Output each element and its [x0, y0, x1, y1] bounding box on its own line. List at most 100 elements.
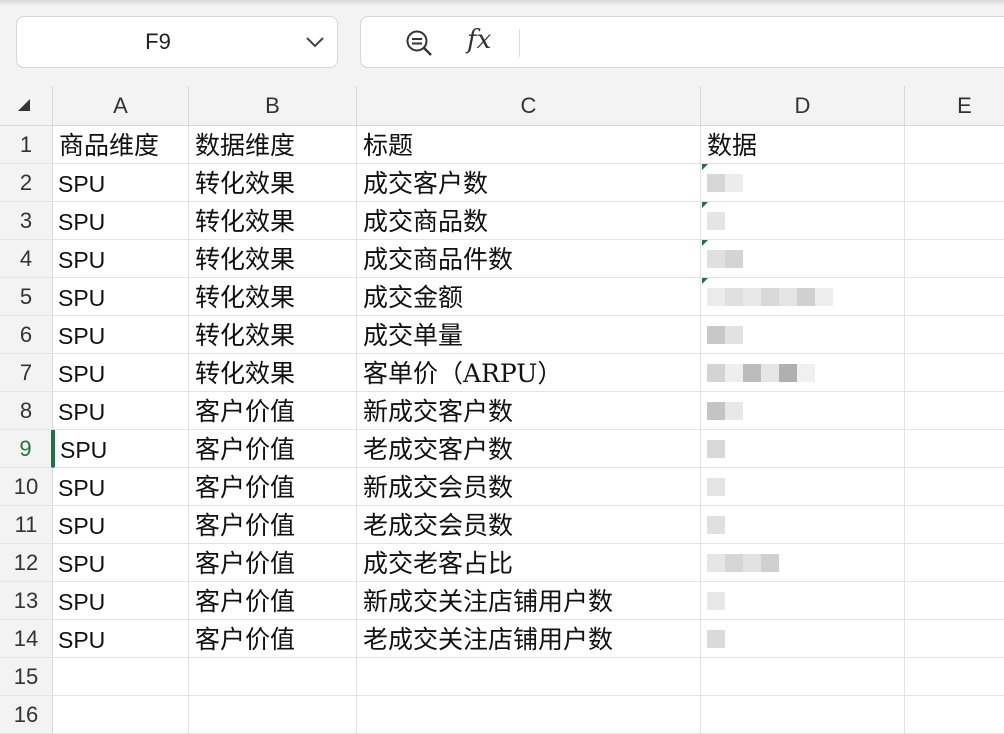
cell-d16[interactable]	[701, 696, 905, 734]
row-header-10[interactable]: 10	[0, 468, 53, 506]
error-indicator-icon[interactable]	[702, 240, 708, 246]
row-header-7[interactable]: 7	[0, 354, 53, 392]
cell-e15[interactable]	[905, 658, 1004, 696]
cell-e5[interactable]	[905, 278, 1004, 316]
cell-d3[interactable]	[701, 202, 905, 240]
cell-d9[interactable]	[701, 430, 905, 468]
cell-c11[interactable]: 老成交会员数	[357, 506, 701, 544]
cell-e3[interactable]	[905, 202, 1004, 240]
row-header-1[interactable]: 1	[0, 126, 53, 164]
cell-c12[interactable]: 成交老客占比	[357, 544, 701, 582]
cell-c16[interactable]	[357, 696, 701, 734]
row-header-5[interactable]: 5	[0, 278, 53, 316]
cell-e1[interactable]	[905, 126, 1004, 164]
row-header-12[interactable]: 12	[0, 544, 53, 582]
cell-c5[interactable]: 成交金额	[357, 278, 701, 316]
cell-b10[interactable]: 客户价值	[189, 468, 357, 506]
row-header-14[interactable]: 14	[0, 620, 53, 658]
cell-a4[interactable]: SPU	[53, 240, 189, 278]
cell-b1[interactable]: 数据维度	[189, 126, 357, 164]
cell-b14[interactable]: 客户价值	[189, 620, 357, 658]
cell-a13[interactable]: SPU	[53, 582, 189, 620]
cell-e4[interactable]	[905, 240, 1004, 278]
row-header-9[interactable]: 9	[0, 430, 53, 468]
cell-b2[interactable]: 转化效果	[189, 164, 357, 202]
cell-d11[interactable]	[701, 506, 905, 544]
row-header-11[interactable]: 11	[0, 506, 53, 544]
cell-a12[interactable]: SPU	[53, 544, 189, 582]
cell-a2[interactable]: SPU	[53, 164, 189, 202]
cell-b6[interactable]: 转化效果	[189, 316, 357, 354]
cell-c8[interactable]: 新成交客户数	[357, 392, 701, 430]
cell-c9[interactable]: 老成交客户数	[357, 430, 701, 468]
cell-b9[interactable]: 客户价值	[189, 430, 357, 468]
cell-c4[interactable]: 成交商品件数	[357, 240, 701, 278]
name-box[interactable]: F9	[16, 16, 338, 68]
cell-a15[interactable]	[53, 658, 189, 696]
cell-a9[interactable]: SPU	[53, 430, 189, 468]
row-header-2[interactable]: 2	[0, 164, 53, 202]
name-box-value[interactable]: F9	[17, 17, 299, 67]
cell-b5[interactable]: 转化效果	[189, 278, 357, 316]
cell-a11[interactable]: SPU	[53, 506, 189, 544]
column-header-c[interactable]: C	[357, 86, 701, 126]
cell-a16[interactable]	[53, 696, 189, 734]
function-icon[interactable]: fx	[467, 25, 491, 55]
cell-a3[interactable]: SPU	[53, 202, 189, 240]
cell-c2[interactable]: 成交客户数	[357, 164, 701, 202]
cell-a6[interactable]: SPU	[53, 316, 189, 354]
cell-a1[interactable]: 商品维度	[53, 126, 189, 164]
error-indicator-icon[interactable]	[702, 164, 708, 170]
cell-c13[interactable]: 新成交关注店铺用户数	[357, 582, 701, 620]
cell-b15[interactable]	[189, 658, 357, 696]
cell-c14[interactable]: 老成交关注店铺用户数	[357, 620, 701, 658]
zoom-out-icon[interactable]	[405, 29, 435, 57]
cell-e13[interactable]	[905, 582, 1004, 620]
cell-e10[interactable]	[905, 468, 1004, 506]
cell-b11[interactable]: 客户价值	[189, 506, 357, 544]
column-header-e[interactable]: E	[905, 86, 1004, 126]
cell-d1[interactable]: 数据	[701, 126, 905, 164]
formula-input[interactable]	[531, 17, 1004, 67]
cell-e14[interactable]	[905, 620, 1004, 658]
cell-c15[interactable]	[357, 658, 701, 696]
cell-e6[interactable]	[905, 316, 1004, 354]
select-all-corner[interactable]	[0, 86, 53, 126]
cell-e8[interactable]	[905, 392, 1004, 430]
cell-c3[interactable]: 成交商品数	[357, 202, 701, 240]
cell-b3[interactable]: 转化效果	[189, 202, 357, 240]
column-header-d[interactable]: D	[701, 86, 905, 126]
row-header-13[interactable]: 13	[0, 582, 53, 620]
cell-e16[interactable]	[905, 696, 1004, 734]
cell-c10[interactable]: 新成交会员数	[357, 468, 701, 506]
row-header-15[interactable]: 15	[0, 658, 53, 696]
chevron-down-icon[interactable]	[303, 30, 327, 54]
cell-b8[interactable]: 客户价值	[189, 392, 357, 430]
formula-input-box[interactable]: fx	[360, 16, 1004, 68]
cell-b7[interactable]: 转化效果	[189, 354, 357, 392]
cell-a8[interactable]: SPU	[53, 392, 189, 430]
row-header-6[interactable]: 6	[0, 316, 53, 354]
column-header-b[interactable]: B	[189, 86, 357, 126]
column-header-a[interactable]: A	[53, 86, 189, 126]
spreadsheet-grid[interactable]: A B C D E 1 商品维度 数据维度 标题 数据 2 SPU 转化效果 成交客户数 3 SPU 转化效果成…	[0, 86, 1004, 734]
cell-e2[interactable]	[905, 164, 1004, 202]
cell-e7[interactable]	[905, 354, 1004, 392]
cell-c7[interactable]: 客单价（ARPU）	[357, 354, 701, 392]
cell-a10[interactable]: SPU	[53, 468, 189, 506]
cell-d14[interactable]	[701, 620, 905, 658]
cell-b16[interactable]	[189, 696, 357, 734]
cell-a14[interactable]: SPU	[53, 620, 189, 658]
cell-e11[interactable]	[905, 506, 1004, 544]
row-header-4[interactable]: 4	[0, 240, 53, 278]
cell-d15[interactable]	[701, 658, 905, 696]
cell-a7[interactable]: SPU	[53, 354, 189, 392]
cell-b13[interactable]: 客户价值	[189, 582, 357, 620]
cell-d13[interactable]	[701, 582, 905, 620]
cell-e12[interactable]	[905, 544, 1004, 582]
row-header-3[interactable]: 3	[0, 202, 53, 240]
cell-b4[interactable]: 转化效果	[189, 240, 357, 278]
row-header-8[interactable]: 8	[0, 392, 53, 430]
error-indicator-icon[interactable]	[702, 278, 708, 284]
error-indicator-icon[interactable]	[702, 202, 708, 208]
